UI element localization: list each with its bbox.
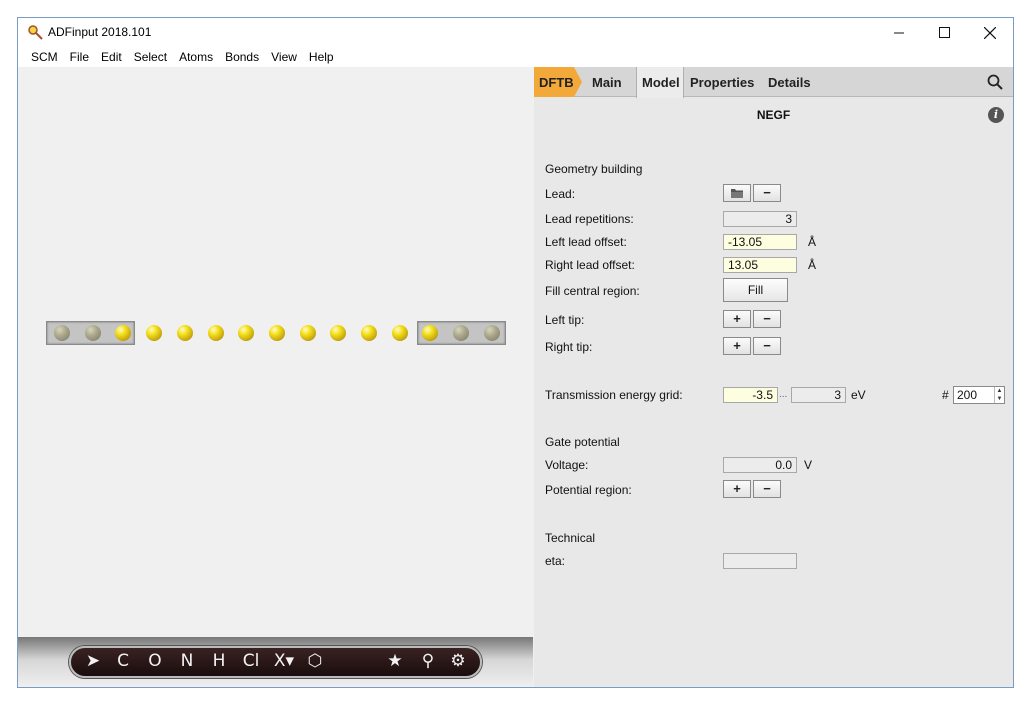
transmission-min-field[interactable]: -3.5 — [723, 387, 778, 403]
hydrogen-tool[interactable]: H — [207, 651, 231, 671]
atom[interactable] — [207, 325, 224, 341]
tab-dftb[interactable]: DFTB — [534, 67, 582, 97]
lead-open-button[interactable] — [723, 184, 751, 202]
tab-model[interactable]: Model — [636, 67, 684, 98]
app-window: ADFinput 2018.101 SCM File Edit Select A… — [17, 17, 1014, 688]
folder-icon — [731, 189, 743, 198]
ring-tool[interactable]: ⬡ — [303, 651, 327, 671]
atom[interactable] — [299, 325, 316, 341]
transmission-max-field[interactable]: 3 — [791, 387, 846, 403]
potential-region-remove-button[interactable]: − — [753, 480, 781, 498]
voltage-unit: V — [804, 458, 813, 472]
technical-section-heading: Technical — [545, 531, 596, 545]
close-icon — [984, 26, 996, 39]
menu-edit[interactable]: Edit — [95, 47, 128, 67]
settings-gear-tool[interactable]: ⚙ — [446, 651, 470, 671]
left-lead-offset-unit: Å — [808, 235, 817, 249]
transmission-unit: eV — [851, 388, 866, 402]
atom[interactable] — [330, 325, 347, 341]
atom[interactable] — [268, 325, 285, 341]
atom[interactable] — [146, 325, 163, 341]
points-spinbox[interactable]: 200 ▲ ▼ — [953, 386, 1005, 404]
right-lead-offset-label: Right lead offset: — [545, 258, 635, 272]
atom[interactable] — [238, 325, 255, 341]
spin-arrows-icon[interactable]: ▲ ▼ — [994, 387, 1004, 403]
left-tip-label: Left tip: — [545, 313, 585, 327]
tab-main[interactable]: Main — [592, 67, 622, 97]
menu-view[interactable]: View — [265, 47, 303, 67]
menu-file[interactable]: File — [64, 47, 95, 67]
menu-scm[interactable]: SCM — [25, 47, 64, 67]
settings-panel: DFTB Main Model Properties Details NEGF … — [534, 67, 1013, 687]
lead-atom[interactable] — [84, 325, 101, 341]
atom[interactable] — [176, 325, 193, 341]
potential-region-label: Potential region: — [545, 483, 632, 497]
lead-remove-button[interactable]: − — [753, 184, 781, 202]
right-tip-add-button[interactable]: + — [723, 337, 751, 355]
points-value: 200 — [957, 388, 978, 402]
fill-central-label: Fill central region: — [545, 284, 640, 298]
close-button[interactable] — [967, 18, 1013, 47]
lead-repetitions-label: Lead repetitions: — [545, 212, 634, 226]
transmission-grid-label: Transmission energy grid: — [545, 388, 683, 402]
favorite-star-tool[interactable]: ★ — [383, 651, 407, 671]
title-bar: ADFinput 2018.101 — [18, 18, 1013, 47]
minimize-icon — [893, 32, 904, 34]
app-logo-icon — [28, 25, 43, 40]
molecule-viewport[interactable]: ➤ C O N H Cl X▾ ⬡ ★ ⚲ ⚙ — [18, 67, 533, 687]
other-element-tool[interactable]: X▾ — [272, 651, 296, 671]
right-tip-remove-button[interactable]: − — [753, 337, 781, 355]
right-lead-offset-field[interactable]: 13.05 — [723, 257, 797, 273]
tab-details[interactable]: Details — [768, 67, 811, 97]
carbon-tool[interactable]: C — [111, 651, 135, 671]
atom[interactable] — [361, 325, 377, 341]
geometry-section-heading: Geometry building — [545, 162, 643, 176]
info-icon[interactable]: i — [988, 107, 1004, 123]
menu-help[interactable]: Help — [303, 47, 340, 67]
menu-bonds[interactable]: Bonds — [219, 47, 265, 67]
menu-select[interactable]: Select — [128, 47, 173, 67]
left-tip-add-button[interactable]: + — [723, 310, 751, 328]
nitrogen-tool[interactable]: N — [175, 651, 199, 671]
maximize-icon — [938, 27, 950, 38]
potential-region-add-button[interactable]: + — [723, 480, 751, 498]
tab-properties[interactable]: Properties — [690, 67, 754, 97]
lead-atom[interactable] — [54, 325, 70, 341]
right-lead-offset-unit: Å — [808, 258, 817, 272]
fill-button[interactable]: Fill — [723, 278, 788, 302]
lead-atom[interactable] — [453, 325, 470, 341]
oxygen-tool[interactable]: O — [143, 651, 167, 671]
minimize-button[interactable] — [876, 18, 922, 47]
menu-atoms[interactable]: Atoms — [173, 47, 219, 67]
atom[interactable] — [391, 325, 408, 341]
left-lead-offset-field[interactable]: -13.05 — [723, 234, 797, 250]
tab-bar: DFTB Main Model Properties Details — [534, 67, 1013, 98]
lead-repetitions-field[interactable]: 3 — [723, 211, 797, 227]
left-lead-offset-label: Left lead offset: — [545, 235, 627, 249]
voltage-field[interactable]: 0.0 — [723, 457, 797, 473]
eta-label: eta: — [545, 554, 566, 568]
select-arrow-tool[interactable]: ➤ — [81, 651, 105, 671]
pin-tool[interactable]: ⚲ — [416, 651, 440, 671]
range-separator: ... — [779, 389, 788, 400]
window-title: ADFinput 2018.101 — [48, 25, 152, 39]
lead-label: Lead: — [545, 187, 576, 201]
menu-bar: SCM File Edit Select Atoms Bonds View He… — [18, 47, 1013, 67]
voltage-label: Voltage: — [545, 458, 589, 472]
points-label: # — [942, 388, 949, 402]
gate-section-heading: Gate potential — [545, 435, 620, 449]
left-tip-remove-button[interactable]: − — [753, 310, 781, 328]
search-icon[interactable] — [987, 74, 1003, 90]
eta-field[interactable] — [723, 553, 797, 569]
maximize-button[interactable] — [921, 18, 967, 47]
right-tip-label: Right tip: — [545, 340, 593, 354]
chlorine-tool[interactable]: Cl — [239, 651, 263, 671]
panel-title: NEGF — [756, 108, 791, 122]
lead-atom[interactable] — [483, 325, 500, 341]
